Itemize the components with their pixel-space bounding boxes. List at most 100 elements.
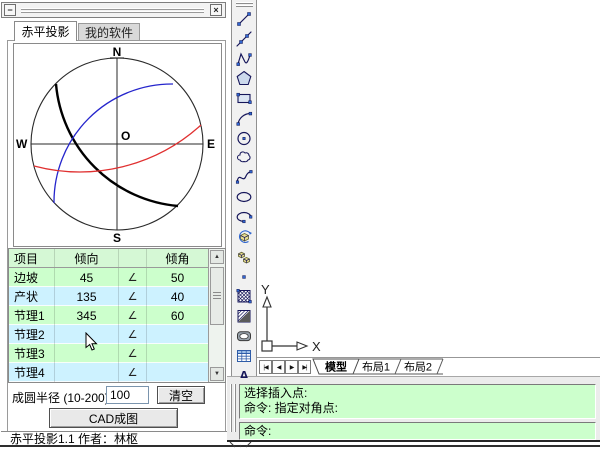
command-window: 选择插入点: 命令: 指定对角点: 命令: <box>227 376 600 442</box>
radius-label: 成圆半径 (10-200) <box>12 389 109 406</box>
ucs-y-label: Y <box>261 282 270 297</box>
row-item-cell[interactable]: 节理3 <box>9 344 55 363</box>
angle-symbol: ∠ <box>119 344 147 363</box>
ellipse-icon[interactable] <box>235 188 253 206</box>
row-item-cell[interactable]: 节理2 <box>9 325 55 344</box>
joint1-great-circle <box>54 84 173 203</box>
cad-draw-button[interactable]: CAD成图 <box>49 408 178 428</box>
angle-symbol: ∠ <box>119 306 147 325</box>
row-dip-direction-cell[interactable]: 135 <box>55 287 119 306</box>
table-row[interactable]: 节理2 ∠ <box>9 325 208 344</box>
tab-nav-next-button[interactable]: ▶ <box>285 360 298 374</box>
polyline-icon[interactable] <box>235 50 253 68</box>
row-dip-angle-cell[interactable]: 60 <box>147 306 208 325</box>
angle-symbol: ∠ <box>119 325 147 344</box>
multiline-text-icon[interactable]: A <box>235 366 253 378</box>
attitude-table: 项目 倾向 倾角 边坡 45 ∠ 50 产状 135 ∠ 40 节理1 345 … <box>8 248 226 383</box>
tab-nav-last-button[interactable]: ▶| <box>298 360 311 374</box>
tab-stereographic-projection[interactable]: 赤平投影 <box>14 21 77 41</box>
tab-nav-first-button[interactable]: |◀ <box>259 360 272 374</box>
row-dip-angle-cell[interactable]: 40 <box>147 287 208 306</box>
svg-text:A: A <box>239 368 249 379</box>
line-icon[interactable] <box>235 10 253 28</box>
gradient-icon[interactable] <box>235 307 253 325</box>
center-label: O <box>121 129 130 143</box>
west-label: W <box>16 137 28 151</box>
tab-my-software[interactable]: 我的软件 <box>78 23 140 40</box>
insert-block-icon[interactable] <box>235 228 253 246</box>
mouse-cursor <box>85 332 99 352</box>
east-label: E <box>207 137 215 151</box>
row-dip-direction-cell[interactable] <box>55 363 119 382</box>
stereonet-plot: N S W E O <box>13 43 222 247</box>
table-scrollbar[interactable]: ▲ ▼ <box>208 249 225 382</box>
region-icon[interactable] <box>235 327 253 345</box>
revision-cloud-icon[interactable] <box>235 149 253 167</box>
row-dip-direction-cell[interactable]: 345 <box>55 306 119 325</box>
layout-tabs: 模型 布局1 布局2 <box>312 358 462 376</box>
row-item-cell[interactable]: 节理4 <box>9 363 55 382</box>
header-dip-angle: 倾角 <box>147 249 208 267</box>
row-dip-direction-cell[interactable]: 45 <box>55 268 119 287</box>
command-history-line: 选择插入点: <box>244 386 591 401</box>
row-item-cell[interactable]: 节理1 <box>9 306 55 325</box>
scroll-down-button[interactable]: ▼ <box>210 367 224 381</box>
command-prompt-text: 命令: <box>244 424 271 438</box>
command-history-line: 命令: 指定对角点: <box>244 401 591 416</box>
angle-symbol: ∠ <box>119 363 147 382</box>
table-header-row: 项目 倾向 倾角 <box>9 249 208 268</box>
circle-icon[interactable] <box>235 129 253 147</box>
scrollbar-thumb[interactable] <box>210 267 224 325</box>
north-label: N <box>113 45 122 59</box>
header-item: 项目 <box>9 249 55 267</box>
radius-input[interactable] <box>106 386 149 404</box>
row-dip-angle-cell[interactable] <box>147 344 208 363</box>
south-label: S <box>113 231 121 245</box>
command-input[interactable]: 命令: <box>239 422 596 440</box>
polygon-icon[interactable] <box>235 69 253 87</box>
row-dip-angle-cell[interactable] <box>147 325 208 344</box>
titlebar-grip[interactable] <box>21 7 204 14</box>
rectangle-icon[interactable] <box>235 89 253 107</box>
point-icon[interactable] <box>235 268 253 286</box>
header-angle-col <box>119 249 147 267</box>
close-button[interactable]: × <box>210 4 222 16</box>
ucs-x-label: X <box>312 339 321 354</box>
row-dip-angle-cell[interactable] <box>147 363 208 382</box>
command-corner-marks <box>228 442 254 448</box>
table-row[interactable]: 边坡 45 ∠ 50 <box>9 268 208 287</box>
minimize-button[interactable]: − <box>4 4 16 16</box>
ucs-y-arrowhead <box>263 297 271 307</box>
command-history[interactable]: 选择插入点: 命令: 指定对角点: <box>239 384 596 419</box>
panel-titlebar[interactable]: − × <box>1 2 226 18</box>
row-item-cell[interactable]: 边坡 <box>9 268 55 287</box>
application-window: − × 赤平投影 我的软件 N S W E O 项目 倾向 倾角 <box>0 0 600 449</box>
tab-layout1[interactable]: 布局1 <box>362 361 390 374</box>
arc-icon[interactable] <box>235 109 253 127</box>
table-row[interactable]: 节理4 ∠ <box>9 363 208 382</box>
make-block-icon[interactable] <box>235 248 253 266</box>
construction-line-icon[interactable] <box>235 30 253 48</box>
panel-status-text: 赤平投影1.1 作者：林枢 <box>1 431 227 444</box>
hatch-icon[interactable] <box>235 287 253 305</box>
command-window-grip[interactable] <box>230 384 237 432</box>
tab-nav-prev-button[interactable]: ◀ <box>272 360 285 374</box>
table-row[interactable]: 产状 135 ∠ 40 <box>9 287 208 306</box>
table-row[interactable]: 节理3 ∠ <box>9 344 208 363</box>
ellipse-arc-icon[interactable] <box>235 208 253 226</box>
table-row[interactable]: 节理1 345 ∠ 60 <box>9 306 208 325</box>
row-dip-angle-cell[interactable]: 50 <box>147 268 208 287</box>
scrollbar-grip <box>213 292 221 300</box>
angle-symbol: ∠ <box>119 287 147 306</box>
window-bottom-edge <box>0 445 600 447</box>
tab-layout2[interactable]: 布局2 <box>404 361 432 374</box>
header-dip-direction: 倾向 <box>55 249 119 267</box>
toolbar-grip[interactable] <box>236 2 253 10</box>
scroll-up-button[interactable]: ▲ <box>210 250 224 264</box>
spline-icon[interactable] <box>235 168 253 186</box>
table-icon[interactable] <box>235 347 253 365</box>
tab-model[interactable]: 模型 <box>325 360 347 374</box>
row-item-cell[interactable]: 产状 <box>9 287 55 306</box>
clear-button[interactable]: 清空 <box>157 386 205 404</box>
angle-symbol: ∠ <box>119 268 147 287</box>
